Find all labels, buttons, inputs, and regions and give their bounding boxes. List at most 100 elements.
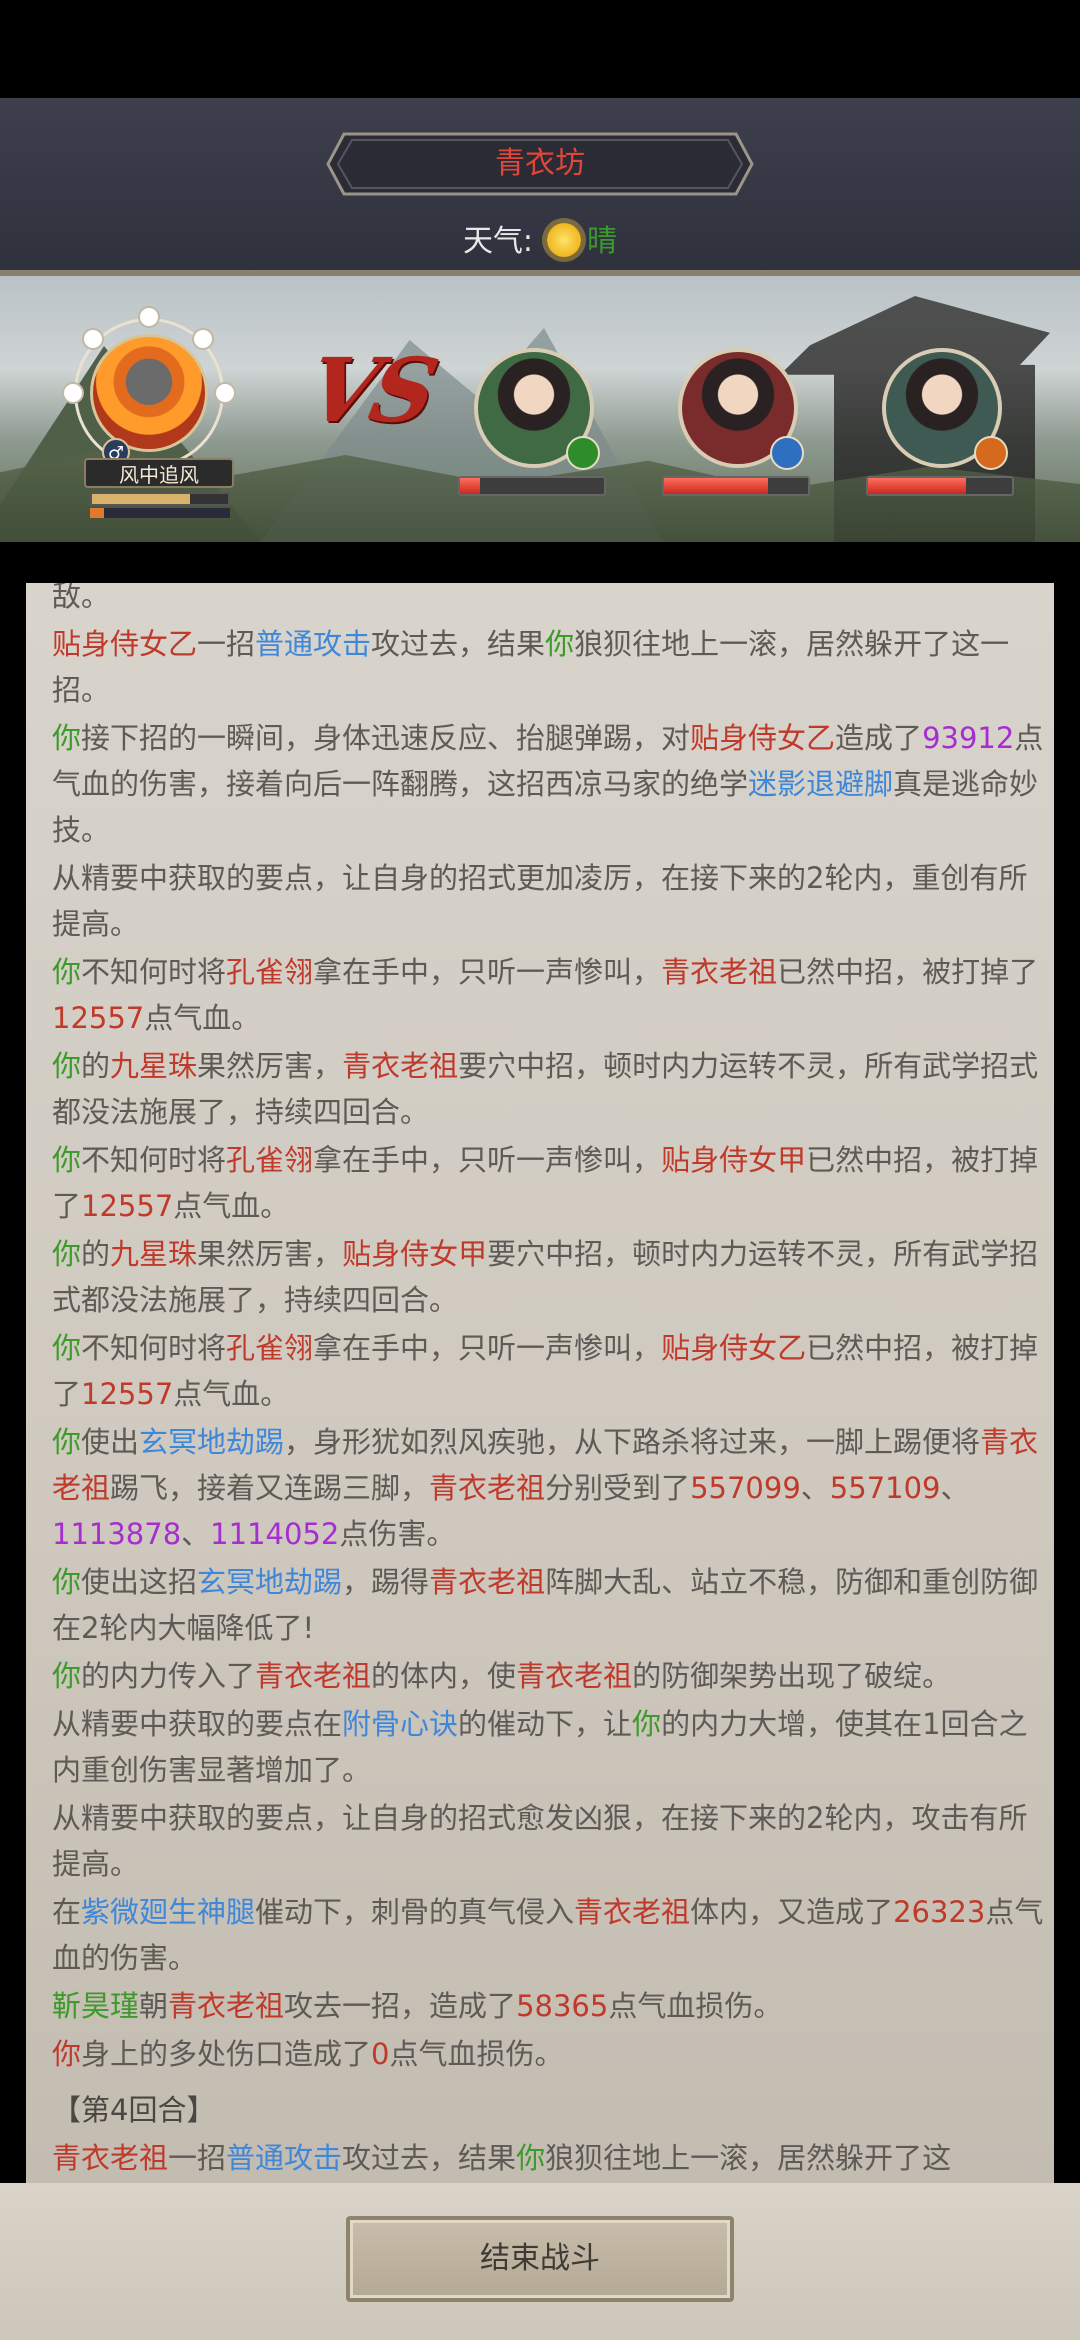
log-text: 已然中招，被打掉了 [777, 955, 1039, 989]
enemy-unit-1[interactable] [458, 348, 608, 498]
log-text: 557099 [690, 1471, 801, 1505]
log-text: 孔雀翎 [226, 1331, 314, 1365]
log-text: 你 [516, 2141, 546, 2175]
log-text: 青衣老祖 [52, 2141, 169, 2175]
log-text: 青衣老祖 [342, 1049, 459, 1083]
log-text: 你 [52, 1425, 82, 1459]
log-text: 迷影退避脚 [748, 767, 894, 801]
log-text: 普通攻击 [255, 627, 372, 661]
battle-log-panel[interactable]: 敌。 贴身侍女乙一招普通攻击攻过去，结果你狼狈往地上一滚，居然躲开了这一招。 你接下… [26, 583, 1054, 2183]
log-entry: 你使出玄冥地劫踢，身形犹如烈风疾驰，从下路杀将过来，一脚上踢便将青衣老祖踢飞，接… [52, 1419, 1052, 1557]
weather-value: 晴 [587, 224, 618, 259]
log-text: 青衣老祖 [661, 955, 778, 989]
log-text: 557109 [829, 1471, 941, 1505]
log-text: 26323 [893, 1895, 986, 1929]
log-text: 你 [52, 721, 82, 755]
log-text: 点气血。 [173, 1377, 290, 1411]
log-text: 12557 [52, 1001, 145, 1035]
battle-log-list: 敌。 贴身侍女乙一招普通攻击攻过去，结果你狼狈往地上一滚，居然躲开了这一招。 你接下… [52, 583, 1052, 2181]
enemy-unit-2[interactable] [662, 348, 812, 498]
location-title: 青衣坊 [495, 146, 585, 181]
log-entry: 贴身侍女乙一招普通攻击攻过去，结果你狼狈往地上一滚，居然躲开了这一招。 [52, 621, 1052, 713]
log-text: 0 [371, 2037, 390, 2071]
log-text: 的内力传入了 [81, 1659, 256, 1693]
log-entry: 你使出这招玄冥地劫踢，踢得青衣老祖阵脚大乱、站立不稳，防御和重创防御在2轮内大幅… [52, 1559, 1052, 1651]
skill-orb-icon [192, 328, 214, 350]
log-text: 紫微廻生神腿 [81, 1895, 256, 1929]
log-text: 点气血损伤。 [608, 1989, 783, 2023]
log-text: 攻去一招，造成了 [284, 1989, 517, 2023]
log-text: 、 [181, 1517, 211, 1551]
header: 青衣坊 天气: 晴 [0, 98, 1080, 276]
log-text: 12557 [81, 1377, 174, 1411]
log-text: 九星珠 [110, 1237, 198, 1271]
log-text: 你 [52, 1049, 82, 1083]
log-text: 你 [52, 2037, 82, 2071]
log-text: 的防御架势出现了破绽。 [632, 1659, 952, 1693]
player-name: 风中追风 [84, 458, 234, 488]
log-text: 青衣老祖 [168, 1989, 285, 2023]
log-text: ，身形犹如烈风疾驰，从下路杀将过来，一脚上踢便将 [284, 1425, 981, 1459]
log-text: 点气血。 [144, 1001, 261, 1035]
end-battle-button[interactable]: 结束战斗 [346, 2216, 734, 2302]
weather-info: 天气: 晴 [0, 216, 1080, 260]
log-text: 九星珠 [110, 1049, 198, 1083]
log-text: 接下招的一瞬间，身体迅速反应、抬腿弹踢，对 [81, 721, 691, 755]
log-text: 狼狈往地上一滚，居然躲开了这 [545, 2141, 952, 2175]
log-text: 青衣老祖 [574, 1895, 691, 1929]
log-text: 你 [52, 1659, 82, 1693]
log-entry: 你不知何时将孔雀翎拿在手中，只听一声惨叫，青衣老祖已然中招，被打掉了 12557点… [52, 949, 1052, 1041]
log-text: 青衣老祖 [429, 1565, 546, 1599]
log-text: 青衣老祖 [516, 1659, 633, 1693]
log-text: 你 [52, 1565, 82, 1599]
log-text: 的体内，使 [371, 1659, 517, 1693]
log-entry: 你的内力传入了青衣老祖的体内，使青衣老祖的防御架势出现了破绽。 [52, 1653, 1052, 1699]
log-entry: 从精要中获取的要点，让自身的招式更加凌厉，在接下来的2轮内，重创有所提高。 [52, 855, 1052, 947]
sun-icon [547, 223, 582, 257]
log-entry: 你的九星珠果然厉害，贴身侍女甲要穴中招，顿时内力运转不灵，所有武学招式都没法施展… [52, 1231, 1052, 1323]
log-entry: 青衣老祖一招普通攻击攻过去，结果你狼狈往地上一滚，居然躲开了这 [52, 2135, 1052, 2181]
log-text: 你 [52, 1237, 82, 1271]
log-text: 一招 [168, 2141, 227, 2175]
enemy-unit-3[interactable] [866, 348, 1016, 498]
log-text: 点气血。 [173, 1189, 290, 1223]
location-title-plate: 青衣坊 [326, 132, 754, 196]
log-entry: 靳昊瑾朝青衣老祖攻去一招，造成了58365点气血损伤。 [52, 1983, 1052, 2029]
skill-orb-icon [214, 382, 236, 404]
log-text: 敌。 [52, 583, 111, 613]
log-text: 身上的多处伤口造成了 [81, 2037, 372, 2071]
log-text: 攻过去，结果 [371, 627, 546, 661]
skill-orb-icon [62, 382, 84, 404]
log-text: 1113878 [52, 1517, 182, 1551]
log-text: 造成了 [835, 721, 923, 755]
log-text: 踢飞，接着又连踢三脚， [110, 1471, 430, 1505]
log-text: 从精要中获取的要点在 [52, 1707, 343, 1741]
log-entry: 从精要中获取的要点在附骨心诀的催动下，让你的内力大增，使其在1回合之内重创伤害显… [52, 1701, 1052, 1793]
battle-scene: ♂ 风中追风 VS [0, 276, 1080, 542]
player-portrait [90, 334, 208, 452]
round-header: 【第4回合】 [52, 2087, 1052, 2133]
log-text: 玄冥地劫踢 [139, 1425, 285, 1459]
weather-label: 天气: [462, 224, 534, 259]
log-text: 你 [632, 1707, 662, 1741]
log-text: 玄冥地劫踢 [197, 1565, 343, 1599]
player-health-bar [90, 492, 230, 506]
green-element-icon [566, 436, 600, 470]
log-text: 靳昊瑾 [52, 1989, 140, 2023]
blue-element-icon [770, 436, 804, 470]
log-text: 拿在手中，只听一声惨叫， [313, 1331, 662, 1365]
player-unit[interactable]: ♂ 风中追风 [62, 306, 242, 518]
log-text: 贴身侍女甲 [661, 1143, 807, 1177]
log-text: 从精要中获取的要点，让自身的招式愈发凶狠，在接下来的2轮内，攻击有所提高。 [52, 1801, 1028, 1881]
log-text: 点气血损伤。 [389, 2037, 564, 2071]
log-text: 你 [52, 1331, 82, 1365]
log-text: 孔雀翎 [226, 1143, 314, 1177]
log-text: 、 [800, 1471, 830, 1505]
log-text: 不知何时将 [81, 1143, 227, 1177]
enemy-hp-bar [662, 476, 810, 496]
log-text: 使出 [81, 1425, 140, 1459]
log-text: 不知何时将 [81, 1331, 227, 1365]
log-text: 青衣老祖 [429, 1471, 546, 1505]
log-text: 1114052 [210, 1517, 340, 1551]
log-text: 催动下，刺骨的真气侵入 [255, 1895, 575, 1929]
